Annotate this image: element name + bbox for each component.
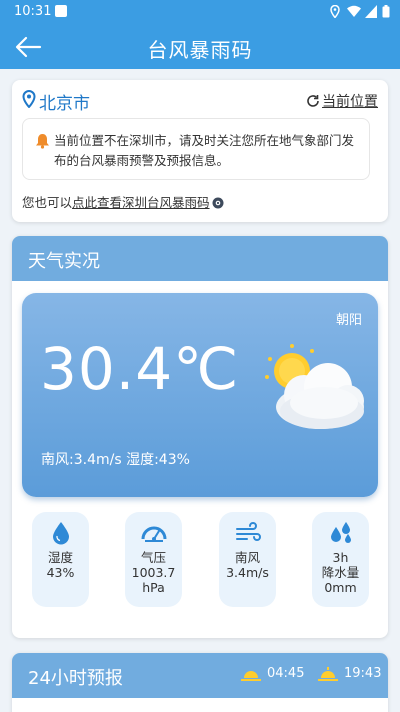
sunrise-icon: [241, 671, 261, 681]
weather-section-header: 天气实况: [12, 236, 388, 281]
city-name: 北京市: [39, 94, 90, 114]
view-shenzhen-code-link[interactable]: 点此查看深圳台风暴雨码: [72, 195, 210, 210]
rainfall-period: 3h: [332, 550, 349, 565]
battery-icon: [382, 5, 390, 18]
wifi-icon: [347, 5, 361, 17]
pressure-stat: 气压 1003.7 hPa: [125, 512, 182, 607]
weather-section-title: 天气实况: [28, 251, 100, 272]
temperature: 30.4℃: [40, 335, 240, 403]
sunset-icon: [318, 667, 338, 681]
pressure-unit: hPa: [142, 580, 165, 595]
status-time: 10:31: [14, 4, 52, 19]
rainfall-value: 0mm: [324, 580, 357, 595]
sunset-time: 19:43: [344, 666, 382, 681]
district-name: 朝阳: [335, 313, 362, 328]
rainfall-label: 降水量: [321, 565, 360, 580]
wind-humidity-summary: 南风:3.4m/s 湿度:43%: [41, 452, 190, 468]
pressure-gauge-icon: [141, 526, 166, 542]
wind-label: 南风: [234, 550, 260, 565]
wind-icon: [235, 522, 261, 541]
forecast-card: 24小时预报 04:45 19:43: [12, 653, 388, 712]
pressure-value: 1003.7: [131, 565, 176, 580]
current-weather-panel: 朝阳 30.4℃ 南风:3.4m/s 湿度:43%: [22, 293, 378, 497]
current-position-button[interactable]: 当前位置: [306, 91, 378, 111]
rain-drops-icon: [330, 522, 351, 543]
link-prefix: 您也可以: [22, 195, 73, 210]
humidity-drop-icon: [52, 522, 69, 545]
current-position-label: 当前位置: [322, 94, 378, 110]
eye-icon[interactable]: [212, 197, 224, 209]
signal-icon: [365, 5, 377, 18]
notification-icon: [55, 5, 67, 17]
forecast-section-title: 24小时预报: [28, 668, 123, 689]
location-pin-icon: [22, 90, 36, 108]
status-bar: 10:31: [0, 0, 400, 24]
page-title: 台风暴雨码: [147, 38, 253, 62]
wind-stat: 南风 3.4m/s: [219, 512, 276, 607]
sunrise-time: 04:45: [267, 666, 305, 681]
bell-icon: [36, 134, 49, 149]
location-status-icon: [330, 5, 340, 18]
humidity-label: 湿度: [47, 550, 73, 565]
shenzhen-link-row: 您也可以点此查看深圳台风暴雨码: [22, 192, 224, 211]
notice-text: 当前位置不在深圳市，请及时关注您所在地气象部门发布的台风暴雨预警及预报信息。: [54, 133, 355, 168]
weather-card: 天气实况 朝阳 30.4℃ 南风:3.4m/s 湿度:43% 湿度 43% 气压…: [12, 236, 388, 638]
pressure-label: 气压: [140, 550, 166, 565]
humidity-stat: 湿度 43%: [32, 512, 89, 607]
humidity-value: 43%: [46, 565, 75, 580]
forecast-section-header: 24小时预报 04:45 19:43: [12, 653, 388, 698]
partly-cloudy-icon: [265, 344, 364, 429]
wind-value: 3.4m/s: [226, 565, 269, 580]
rainfall-stat: 3h 降水量 0mm: [312, 512, 369, 607]
app-header: 台风暴雨码: [0, 24, 400, 69]
notice-box: 当前位置不在深圳市，请及时关注您所在地气象部门发布的台风暴雨预警及预报信息。: [22, 118, 370, 180]
location-card: 北京市 当前位置 当前位置不在深圳市，请及时关注您所在地气象部门发布的台风暴雨预…: [12, 80, 388, 222]
refresh-icon: [307, 95, 319, 107]
